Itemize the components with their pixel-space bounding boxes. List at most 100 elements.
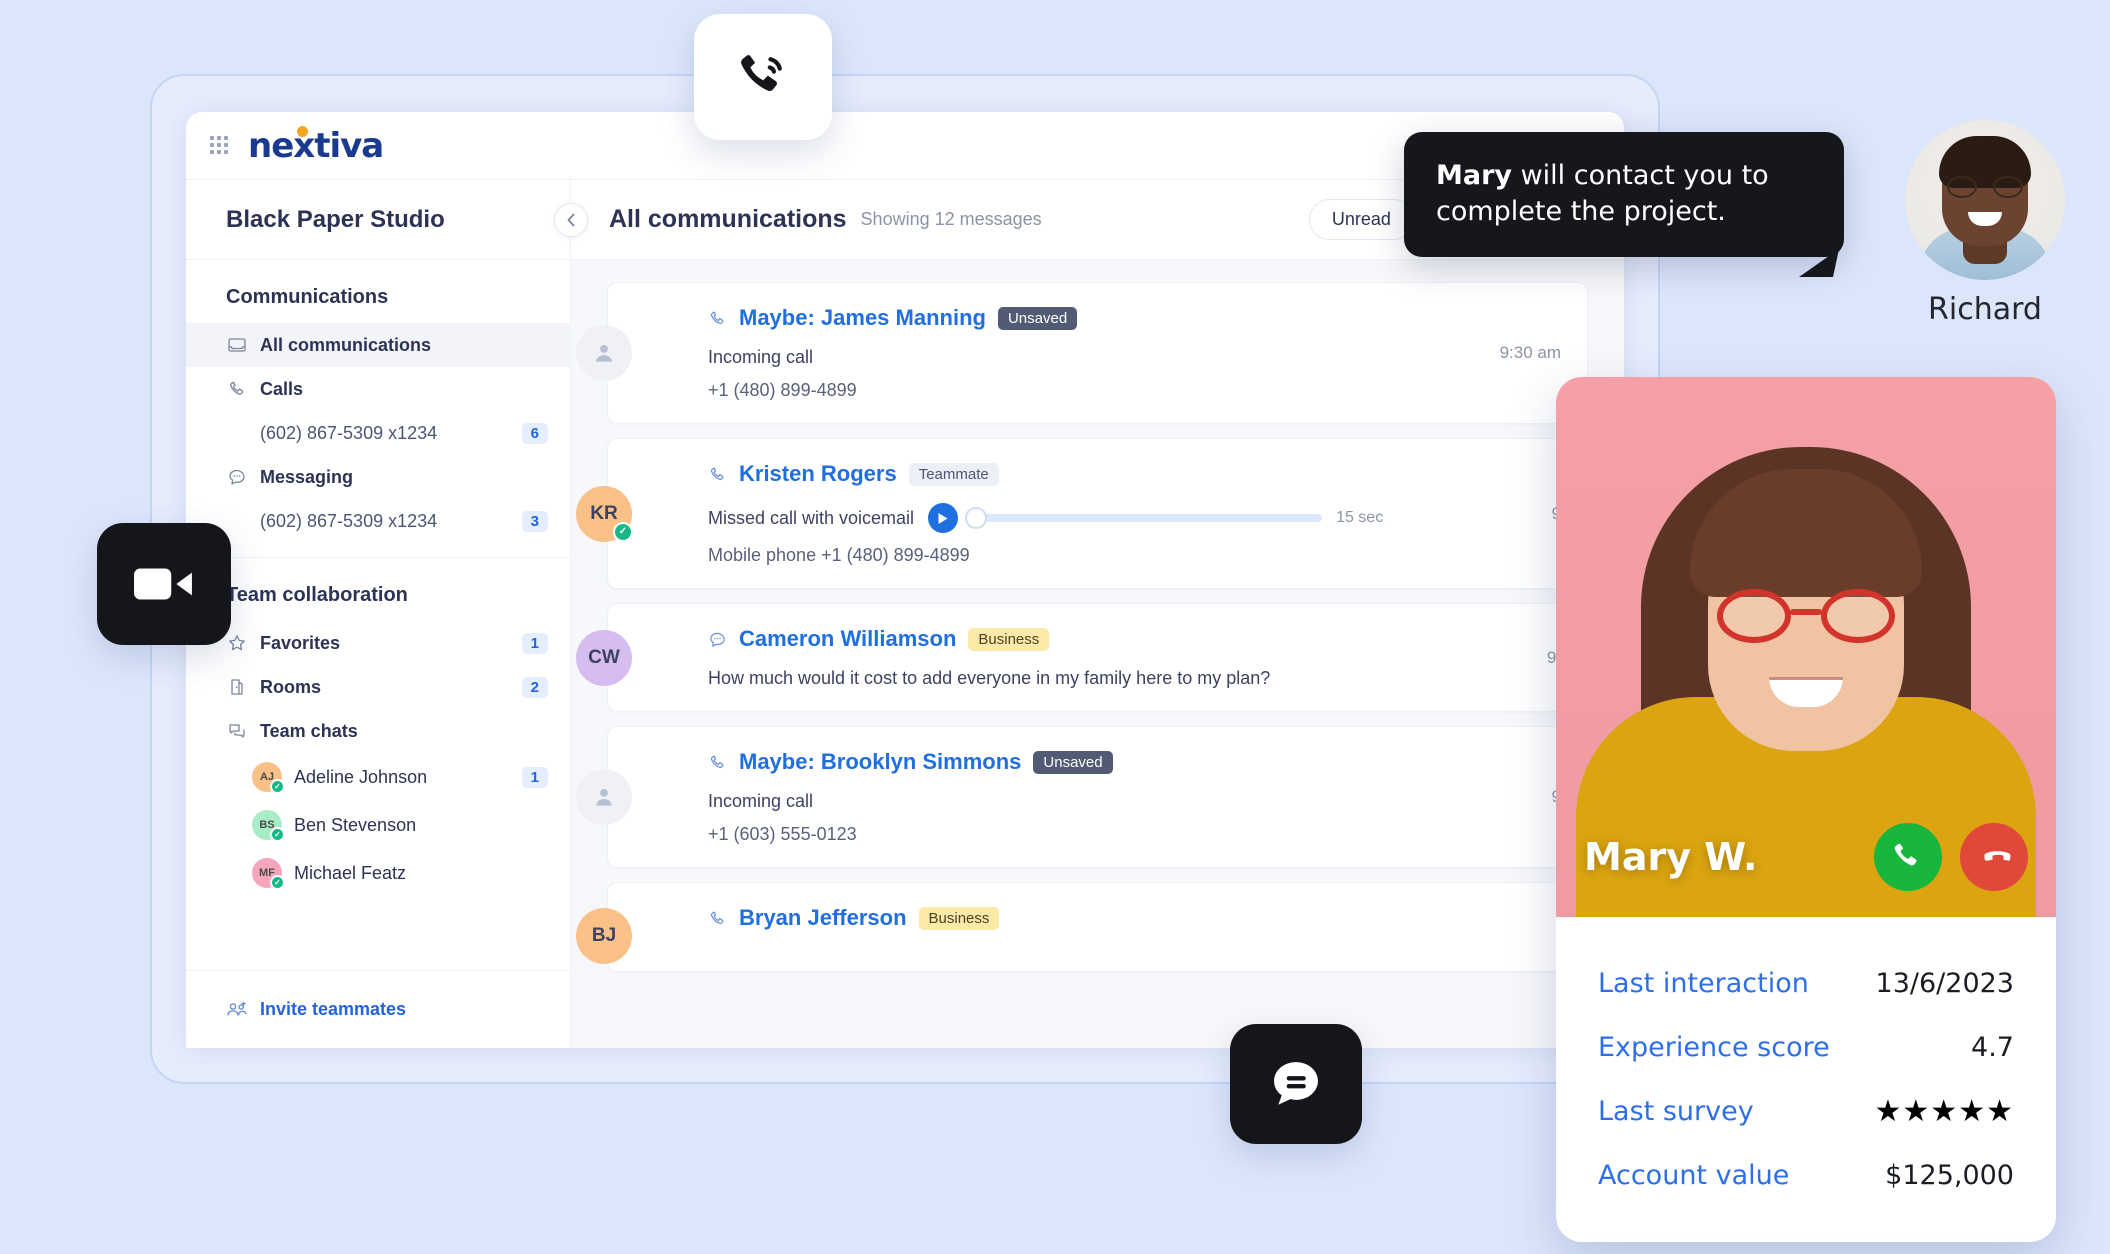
message-line1: Incoming call (708, 791, 814, 811)
nextiva-logo[interactable]: nextiva (248, 125, 384, 166)
message-list: Maybe: James Manning Unsaved Incoming ca… (571, 260, 1624, 1048)
message-line2: +1 (480) 899-4899 (708, 380, 857, 400)
contact-card: Mary W. Last interaction 13/6/2023 Exper… (1556, 377, 2056, 1242)
status-badge: Business (968, 627, 1050, 651)
avatar: KR ✓ (576, 485, 633, 542)
workspace-header: Black Paper Studio (186, 180, 588, 260)
speech-bubble: Mary will contact you to complete the pr… (1404, 132, 1844, 257)
status-badge: Unsaved (1033, 750, 1113, 774)
application-window: nextiva Black Paper Studio Communication… (186, 112, 1624, 1048)
contact-detail-row: Account value $125,000 (1598, 1143, 2014, 1207)
sidebar-badge-favorites: 1 (521, 632, 548, 654)
scrubber-handle[interactable] (965, 507, 988, 529)
sidebar-item-rooms[interactable]: Rooms 2 (186, 665, 570, 709)
message-card[interactable]: BJ Bryan Jefferson Business (576, 882, 1588, 972)
page-title: All communications (609, 205, 847, 233)
message-card[interactable]: CW Cameron Williamson Business How much … (576, 603, 1588, 712)
chat-tile[interactable] (1230, 1024, 1362, 1144)
sidebar-person-ben-stevenson[interactable]: BS ✓ Ben Stevenson (186, 801, 570, 849)
chat-icon (708, 630, 727, 649)
person-name: Ben Stevenson (294, 814, 417, 835)
apps-grid-icon[interactable] (210, 135, 230, 156)
sidebar-subitem-calls-number[interactable]: (602) 867-5309 x1234 6 (186, 411, 570, 455)
sidebar-item-favorites[interactable]: Favorites 1 (186, 621, 570, 665)
sidebar-item-label: All communications (260, 334, 432, 355)
avatar-initials: KR (590, 502, 618, 524)
presence-online-icon: ✓ (270, 827, 285, 842)
avatar: AJ ✓ (252, 762, 285, 794)
invite-teammates-button[interactable]: Invite teammates (186, 970, 570, 1048)
logo-text: nextiva (248, 125, 384, 166)
agent-richard: Richard (1890, 120, 2080, 327)
inbox-icon (226, 334, 248, 356)
sidebar-item-label: Favorites (260, 632, 341, 653)
person-placeholder-icon (596, 788, 612, 806)
message-card[interactable]: Maybe: Brooklyn Simmons Unsaved Incoming… (576, 726, 1588, 868)
door-icon (226, 676, 248, 698)
sidebar-subitem-label: (602) 867-5309 x1234 (260, 510, 438, 531)
sidebar-item-all-communications[interactable]: All communications (186, 323, 570, 367)
avatar (576, 325, 632, 381)
workspace-name: Black Paper Studio (226, 205, 445, 233)
contact-photo: Mary W. (1556, 377, 2056, 917)
person-name: Adeline Johnson (294, 766, 428, 787)
sidebar-item-label: Rooms (260, 676, 322, 697)
sidebar-item-label: Team chats (260, 720, 358, 741)
sidebar-badge-rooms: 2 (521, 676, 548, 698)
phone-icon (708, 465, 727, 484)
sidebar-item-team-chats[interactable]: Team chats (186, 709, 570, 753)
avatar: CW (576, 629, 632, 686)
sidebar-subitem-messaging-number[interactable]: (602) 867-5309 x1234 3 (186, 499, 570, 543)
sidebar-collapse-button[interactable] (554, 202, 588, 237)
star-icon (226, 632, 248, 654)
video-tile[interactable] (97, 523, 231, 645)
status-badge: Business (918, 906, 1000, 930)
contact-detail-row: Last survey ★★★★★ (1598, 1079, 2014, 1143)
detail-label: Last survey (1598, 1095, 1754, 1127)
contact-detail-row: Experience score 4.7 (1598, 1015, 2014, 1079)
message-card[interactable]: KR ✓ Kristen Rogers Teammate Missed call… (576, 438, 1588, 589)
avatar: BJ (576, 907, 632, 964)
person-placeholder-icon (596, 344, 612, 362)
message-line2: Mobile phone +1 (480) 899-4899 (708, 545, 970, 565)
play-voicemail-button[interactable] (928, 503, 959, 533)
star-rating: ★★★★★ (1874, 1094, 2014, 1128)
message-line1: Missed call with voicemail (708, 507, 915, 528)
filter-unread-button[interactable]: Unread (1308, 199, 1414, 240)
phone-decline-icon (1984, 851, 2011, 861)
message-line1: Incoming call (708, 347, 814, 367)
avatar-initials: BJ (591, 924, 617, 946)
detail-value: 4.7 (1971, 1031, 2014, 1063)
video-camera-icon (134, 568, 192, 600)
sidebar-badge-adeline: 1 (521, 766, 548, 788)
ringing-phone-icon (741, 55, 782, 91)
message-sender: Maybe: James Manning (739, 305, 986, 330)
decline-call-button[interactable] (1960, 823, 2028, 891)
accept-call-button[interactable] (1874, 823, 1942, 891)
message-line2: +1 (603) 555-0123 (708, 824, 857, 844)
detail-label: Last interaction (1598, 967, 1809, 999)
voicemail-scrubber[interactable] (965, 507, 1323, 529)
sidebar-person-adeline-johnson[interactable]: AJ ✓ Adeline Johnson 1 (186, 753, 570, 801)
phone-tile[interactable] (694, 14, 832, 140)
sidebar-item-calls[interactable]: Calls (186, 367, 570, 411)
phone-icon (708, 753, 727, 772)
sidebar-item-messaging[interactable]: Messaging (186, 455, 570, 499)
detail-label: Experience score (1598, 1031, 1830, 1063)
voicemail-duration: 15 sec (1336, 509, 1384, 526)
presence-online-icon: ✓ (613, 521, 633, 542)
sidebar-item-label: Calls (260, 378, 304, 399)
sidebar: Black Paper Studio Communications All co… (186, 180, 588, 1048)
richard-avatar (1905, 120, 2065, 280)
contact-detail-row: Last interaction 13/6/2023 (1598, 951, 2014, 1015)
invite-teammates-label: Invite teammates (260, 999, 407, 1019)
logo-accent-dot (297, 125, 308, 137)
avatar-initials: CW (588, 646, 620, 668)
message-count-label: Showing 12 messages (860, 209, 1042, 229)
contact-details: Last interaction 13/6/2023 Experience sc… (1556, 917, 2056, 1227)
sidebar-person-michael-featz[interactable]: MF ✓ Michael Featz (186, 849, 570, 897)
message-card[interactable]: Maybe: James Manning Unsaved Incoming ca… (576, 282, 1588, 424)
avatar: BS ✓ (252, 810, 285, 842)
chats-icon (226, 720, 248, 742)
chat-icon (226, 466, 248, 488)
